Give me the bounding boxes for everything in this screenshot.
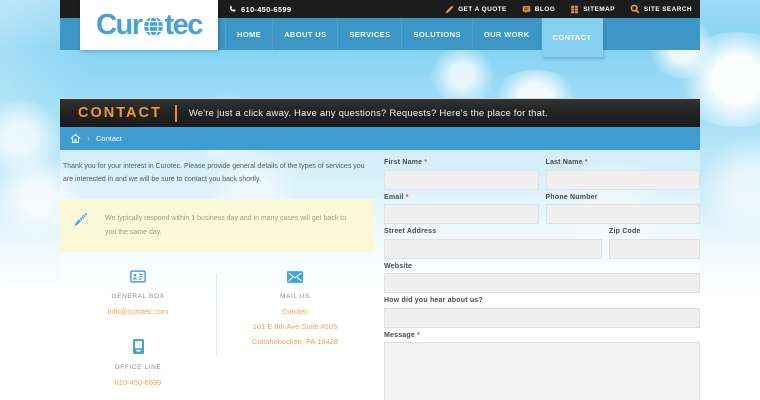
hear-about-group: How did you hear about us? [384,297,700,328]
envelope-icon [287,271,303,283]
get-a-quote-link[interactable]: GET A QUOTE [445,5,507,14]
required-asterisk: * [417,332,420,339]
get-a-quote-label: GET A QUOTE [458,6,507,13]
required-asterisk: * [406,194,409,201]
page: 610-450-6599 GET A QUOTE BLOG [0,0,760,400]
website-label: Website [384,263,700,270]
hear-about-label: How did you hear about us? [384,297,700,304]
mail-city: Conshohocken, PA 19428 [216,334,374,349]
note-text: We typically respond within 1 business d… [105,211,357,240]
sitemap-icon [570,5,579,14]
zip-code-input[interactable] [609,239,700,259]
required-asterisk: * [424,159,427,166]
banner-divider [175,105,177,122]
info-column-right: MAIL US Curotec 101 E 8th Ave Suite #105… [216,270,374,390]
blog-icon [522,5,531,14]
page-banner: CONTACT We're just a click away. Have an… [60,98,700,127]
email-group: Email* [384,194,539,225]
website-group: Website [384,263,700,294]
phone-label: Phone Number [546,194,701,201]
topbar-phone-number[interactable]: 610-450-6599 [241,5,291,14]
email-label: Email* [384,194,539,201]
mail-us-label: MAIL US [216,293,374,300]
email-input[interactable] [384,204,539,224]
topbar-links: GET A QUOTE BLOG SITEMAP [445,4,700,14]
street-label: Street Address [384,228,602,235]
street-address-input[interactable] [384,239,602,259]
intro-text: Thank you for your interest in Curotec. … [60,158,374,186]
home-icon[interactable] [70,133,81,144]
last-name-group: Last Name* [546,159,701,190]
nav-item-solutions[interactable]: SOLUTIONS [402,18,472,50]
breadcrumb-separator: › [87,134,90,143]
last-name-input[interactable] [546,170,701,190]
site-frame: 610-450-6599 GET A QUOTE BLOG [60,0,700,400]
pencil-icon [445,5,454,14]
first-name-group: First Name* [384,159,539,190]
left-column: Thank you for your interest in Curotec. … [60,158,374,400]
zip-group: Zip Code [609,228,700,259]
breadcrumb: › Contact [60,127,700,150]
breadcrumb-current: Contact [96,134,122,143]
logo-part2: tec [165,11,202,40]
mail-street: 101 E 8th Ave Suite #105 [216,319,374,334]
phone-group: Phone Number [546,194,701,225]
info-divider [216,274,217,356]
office-phone-link[interactable]: 610-450-6599 [60,375,216,390]
globe-icon [143,16,164,37]
last-name-label: Last Name* [546,159,701,166]
curotec-logo[interactable]: Cur tec [80,0,218,50]
pencil-icon [73,211,90,228]
nav-item-home[interactable]: HOME [225,18,273,50]
mobile-phone-icon [133,339,144,354]
page-title: CONTACT [78,105,162,121]
logo-text: Cur tec [96,11,202,40]
email-link[interactable]: info@curotec.com [60,304,216,319]
nav-item-contact-active[interactable]: CONTACT [542,18,604,57]
site-search-label: SITE SEARCH [644,6,692,13]
sitemap-label: SITEMAP [583,6,615,13]
message-group: Message* [384,332,700,400]
id-card-icon [130,270,146,283]
message-textarea[interactable] [384,342,700,400]
phone-icon [228,5,236,13]
hear-about-input[interactable] [384,308,700,328]
nav-item-our-work[interactable]: OUR WORK [473,18,542,50]
nav-item-services[interactable]: SERVICES [338,18,402,50]
message-label: Message* [384,332,700,339]
mail-company: Curotec [216,304,374,319]
blog-label: BLOG [535,6,555,13]
sitemap-link[interactable]: SITEMAP [570,5,615,14]
mail-us-block: MAIL US Curotec 101 E 8th Ave Suite #105… [216,270,374,349]
general-box-block: GENERAL BOX info@curotec.com [60,270,216,319]
contact-info: GENERAL BOX info@curotec.com OFFICE LINE… [60,270,374,390]
nav-item-about-us[interactable]: ABOUT US [273,18,338,50]
street-group: Street Address [384,228,602,259]
office-line-label: OFFICE LINE [60,364,216,371]
info-column-left: GENERAL BOX info@curotec.com OFFICE LINE… [60,270,216,390]
website-input[interactable] [384,273,700,293]
response-note: We typically respond within 1 business d… [60,199,374,252]
first-name-input[interactable] [384,170,539,190]
office-line-block: OFFICE LINE 610-450-6599 [60,339,216,390]
general-box-label: GENERAL BOX [60,293,216,300]
logo-part1: Cur [96,11,141,40]
blog-link[interactable]: BLOG [522,5,555,14]
required-asterisk: * [585,159,588,166]
banner-subtitle: We're just a click away. Have any questi… [189,108,548,119]
first-name-label: First Name* [384,159,539,166]
contact-form: First Name* Last Name* Email* Phone Numb… [384,158,700,400]
phone-input[interactable] [546,204,701,224]
content-area: Thank you for your interest in Curotec. … [60,150,700,400]
zip-label: Zip Code [609,228,700,235]
cloud [695,140,760,235]
topbar-phone[interactable]: 610-450-6599 [228,5,291,14]
search-icon [630,4,640,14]
site-search-link[interactable]: SITE SEARCH [630,4,692,14]
